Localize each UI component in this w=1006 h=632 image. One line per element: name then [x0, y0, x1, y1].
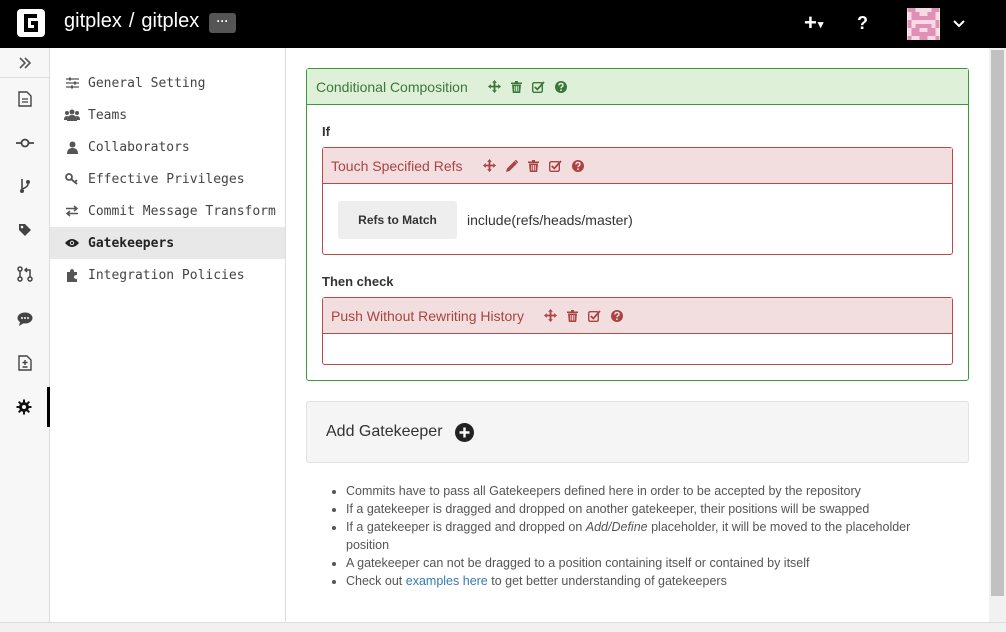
nav-label: Teams: [88, 107, 128, 123]
avatar[interactable]: [907, 8, 940, 40]
help-icon[interactable]: [554, 80, 567, 93]
edit-icon[interactable]: [505, 159, 518, 172]
trash-icon[interactable]: [510, 80, 522, 93]
gatekeeper-header: Touch Specified Refs: [323, 148, 952, 184]
icon-rail: [0, 48, 50, 622]
puzzle-icon: [64, 268, 80, 282]
scrollbar-thumb[interactable]: [991, 50, 1004, 596]
nav-label: Gatekeepers: [88, 235, 175, 251]
nav-item-collaborators[interactable]: Collaborators: [50, 131, 285, 163]
tip-item: If a gatekeeper is dragged and dropped o…: [346, 518, 946, 554]
pull-request-icon[interactable]: [0, 254, 50, 294]
tip-item: Commits have to pass all Gatekeepers def…: [346, 482, 946, 500]
gitplex-logo[interactable]: [16, 8, 46, 38]
move-icon[interactable]: [487, 80, 501, 93]
vertical-scrollbar[interactable]: [989, 48, 1006, 622]
add-gatekeeper[interactable]: Add Gatekeeper: [306, 401, 969, 463]
tip-item: A gatekeeper can not be dragged to a pos…: [346, 554, 946, 572]
nav-item-teams[interactable]: Teams: [50, 99, 285, 131]
enable-checkbox-icon[interactable]: [587, 309, 601, 322]
caret-down-icon: ▾: [817, 18, 824, 31]
nav-item-effective-privileges[interactable]: Effective Privileges: [50, 163, 285, 195]
gatekeeper-header: Push Without Rewriting History: [323, 298, 952, 334]
gatekeeper-title: Push Without Rewriting History: [331, 307, 524, 324]
plus-circle-icon[interactable]: [454, 422, 474, 442]
user-menu-chevron-icon[interactable]: [952, 12, 966, 41]
repo-breadcrumb: gitplex / gitplex: [64, 10, 199, 33]
nav-item-integration-policies[interactable]: Integration Policies: [50, 259, 285, 291]
main-content: Conditional Composition If Touch Specifi…: [286, 48, 989, 622]
gatekeeper-touch-specified-refs[interactable]: Touch Specified Refs Refs to Match inclu…: [322, 147, 953, 255]
users-icon: [64, 109, 80, 121]
nav-item-commit-message-transform[interactable]: Commit Message Transform: [50, 195, 285, 227]
owner-link[interactable]: gitplex: [64, 10, 122, 32]
tip-item: Check out examples here to get better un…: [346, 572, 946, 590]
if-label: If: [322, 124, 330, 139]
gatekeeper-title: Conditional Composition: [316, 78, 468, 95]
trash-icon[interactable]: [527, 159, 539, 172]
comment-icon[interactable]: [0, 299, 50, 339]
nav-label: Collaborators: [88, 139, 190, 155]
create-menu-button[interactable]: +▾: [804, 10, 823, 36]
nav-label: Effective Privileges: [88, 171, 245, 187]
path-separator: /: [128, 10, 135, 32]
plus-icon: +: [804, 10, 817, 35]
examples-link[interactable]: examples here: [406, 574, 488, 588]
gatekeeper-tips: Commits have to pass all Gatekeepers def…: [346, 482, 946, 590]
commit-icon[interactable]: [0, 123, 50, 163]
move-icon[interactable]: [543, 309, 557, 322]
sliders-icon: [64, 77, 80, 89]
param-value: include(refs/heads/master): [467, 212, 633, 228]
then-check-label: Then check: [322, 274, 394, 289]
repo-more-button[interactable]: ···: [209, 13, 236, 33]
expand-icon[interactable]: [0, 48, 50, 78]
file-icon[interactable]: [0, 79, 50, 119]
enable-checkbox-icon[interactable]: [548, 159, 562, 172]
tag-icon[interactable]: [0, 210, 50, 250]
move-icon[interactable]: [482, 159, 496, 172]
eye-icon: [64, 238, 80, 248]
enable-checkbox-icon[interactable]: [531, 80, 545, 93]
gatekeeper-title: Touch Specified Refs: [331, 157, 463, 174]
trash-icon[interactable]: [566, 309, 578, 322]
nav-label: General Setting: [88, 75, 206, 91]
nav-label: Integration Policies: [88, 267, 245, 283]
help-icon[interactable]: [610, 309, 623, 322]
add-gatekeeper-label: Add Gatekeeper: [326, 423, 443, 440]
settings-nav: General Setting Teams Collaborators Effe…: [50, 48, 286, 622]
gatekeeper-push-without-rewriting-history[interactable]: Push Without Rewriting History: [322, 297, 953, 365]
param-label: Refs to Match: [338, 201, 457, 239]
help-icon[interactable]: [571, 159, 584, 172]
exchange-icon: [64, 205, 80, 217]
tip-item: If a gatekeeper is dragged and dropped o…: [346, 500, 946, 518]
help-button[interactable]: ?: [857, 13, 868, 34]
nav-item-general-setting[interactable]: General Setting: [50, 67, 285, 99]
refs-param-row: Refs to Match include(refs/heads/master): [338, 201, 633, 239]
nav-item-gatekeepers[interactable]: Gatekeepers: [50, 227, 285, 259]
top-bar: gitplex / gitplex ··· +▾ ?: [0, 0, 1006, 48]
gatekeeper-conditional-composition[interactable]: Conditional Composition If Touch Specifi…: [306, 68, 969, 381]
nav-label: Commit Message Transform: [88, 203, 276, 219]
user-icon: [64, 141, 80, 154]
key-icon: [64, 173, 80, 185]
gear-icon[interactable]: [0, 387, 50, 427]
gatekeeper-header: Conditional Composition: [307, 69, 968, 105]
compare-icon[interactable]: [0, 343, 50, 383]
repo-link[interactable]: gitplex: [141, 10, 199, 32]
horizontal-scrollbar[interactable]: [0, 622, 1006, 632]
branch-icon[interactable]: [0, 166, 50, 206]
